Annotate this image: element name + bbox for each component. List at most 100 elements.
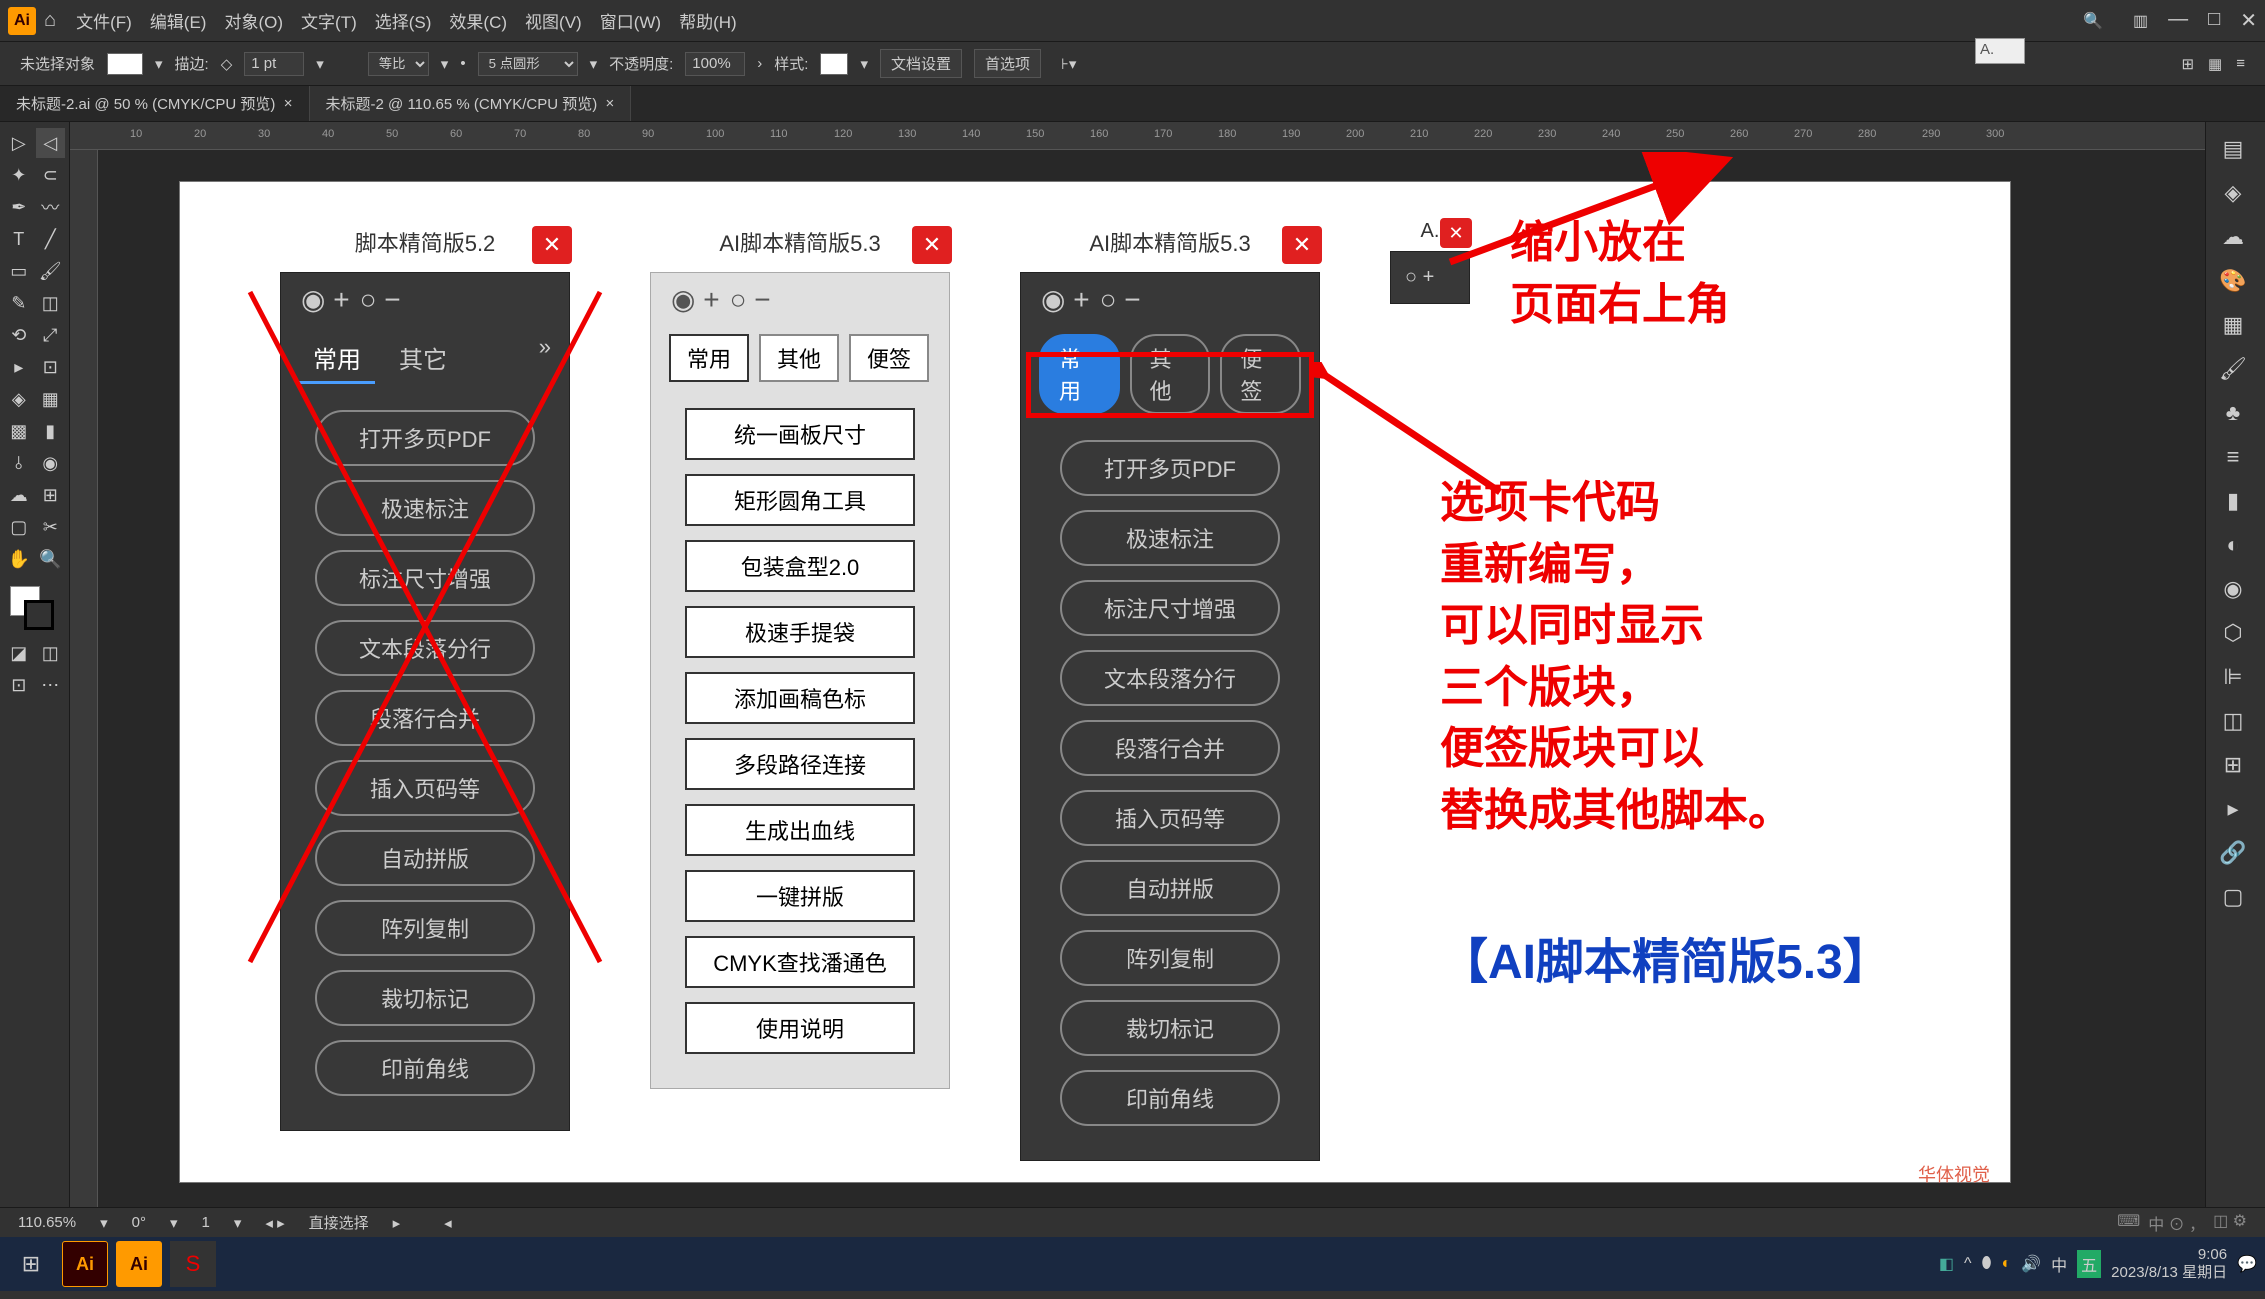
magic-wand-tool[interactable]: ✦	[4, 160, 34, 190]
graphic-styles-panel-icon[interactable]: ⬡	[2210, 614, 2256, 652]
panel-52-btn-6[interactable]: 自动拼版	[315, 830, 535, 886]
panel-53-light-toggle[interactable]: ◉ +○ −	[651, 273, 949, 326]
panel-53-dark-btn-7[interactable]: 阵列复制	[1060, 930, 1280, 986]
panel-52-btn-8[interactable]: 裁切标记	[315, 970, 535, 1026]
artboard-tool[interactable]: ▢	[4, 512, 34, 542]
panel-53-light-tab-common[interactable]: 常用	[669, 334, 749, 382]
brushes-panel-icon[interactable]: 🖌	[2210, 350, 2256, 388]
panel-53-dark-btn-2[interactable]: 标注尺寸增强	[1060, 580, 1280, 636]
color-mode-icon[interactable]: ◪	[4, 638, 34, 668]
stroke-panel-icon[interactable]: ≡	[2210, 438, 2256, 476]
taskbar-ai-2[interactable]: Ai	[116, 1241, 162, 1287]
width-tool[interactable]: ▸	[4, 352, 34, 382]
style-swatch[interactable]	[820, 53, 848, 75]
doc-setup-button[interactable]: 文档设置	[880, 49, 962, 78]
canvas[interactable]: 1020304050607080901001101201301401501601…	[70, 122, 2205, 1207]
panel-53-light-btn-8[interactable]: CMYK查找潘通色	[685, 936, 915, 988]
panel-53-dark-btn-4[interactable]: 段落行合并	[1060, 720, 1280, 776]
panel-53-dark-btn-0[interactable]: 打开多页PDF	[1060, 440, 1280, 496]
prefs-button[interactable]: 首选项	[974, 49, 1041, 78]
panel-toggle-icon[interactable]: ⊞	[2181, 55, 2194, 73]
graph-tool[interactable]: ⊞	[36, 480, 66, 510]
type-tool[interactable]: T	[4, 224, 34, 254]
gradient-panel-icon[interactable]: ▮	[2210, 482, 2256, 520]
panel-53-light-tab-other[interactable]: 其他	[759, 334, 839, 382]
color-panel-icon[interactable]: 🎨	[2210, 262, 2256, 300]
curvature-tool[interactable]: 〰	[36, 192, 66, 222]
uniform-select[interactable]: 等比	[368, 52, 429, 76]
start-button[interactable]: ⊞	[8, 1241, 54, 1287]
tray-lang-icon[interactable]: 五	[2077, 1250, 2101, 1278]
panel-53-light-btn-7[interactable]: 一键拼版	[685, 870, 915, 922]
panel-53-dark-close[interactable]: ✕	[1282, 226, 1322, 264]
pen-tool[interactable]: ✒	[4, 192, 34, 222]
artboards-panel-icon[interactable]: ▢	[2210, 878, 2256, 916]
panel-52-tab-common[interactable]: 常用	[299, 334, 375, 384]
actions-panel-icon[interactable]: ▸	[2210, 790, 2256, 828]
panel-52-tab-other[interactable]: 其它	[385, 334, 461, 384]
panel-grid-icon[interactable]: ▦	[2208, 55, 2222, 73]
ime-icon[interactable]: ⌨	[2117, 1211, 2140, 1235]
symbols-panel-icon[interactable]: ♣	[2210, 394, 2256, 432]
menu-type[interactable]: 文字(T)	[301, 8, 357, 33]
perspective-tool[interactable]: ▦	[36, 384, 66, 414]
eraser-tool[interactable]: ◫	[36, 288, 66, 318]
taskbar-ai-1[interactable]: Ai	[62, 1241, 108, 1287]
draw-mode-icon[interactable]: ◫	[36, 638, 66, 668]
fill-swatch[interactable]	[107, 53, 143, 75]
rectangle-tool[interactable]: ▭	[4, 256, 34, 286]
minimize-icon[interactable]: ―	[2168, 8, 2188, 33]
menu-select[interactable]: 选择(S)	[375, 8, 432, 33]
float-mini-panel[interactable]: A.	[1975, 38, 2025, 64]
ime-mode-icon[interactable]: ◫ ⚙	[2213, 1211, 2247, 1235]
free-transform-tool[interactable]: ⊡	[36, 352, 66, 382]
layers-panel-icon[interactable]: ◈	[2210, 174, 2256, 212]
artboard-number[interactable]: 1	[202, 1214, 210, 1231]
doc-tab-2[interactable]: 未标题-2 @ 110.65 % (CMYK/CPU 预览) ×	[310, 86, 632, 121]
panel-53-light-btn-2[interactable]: 包装盒型2.0	[685, 540, 915, 592]
links-panel-icon[interactable]: 🔗	[2210, 834, 2256, 872]
mesh-tool[interactable]: ▩	[4, 416, 34, 446]
edit-toolbar-icon[interactable]: ⋯	[36, 670, 66, 700]
taskbar-clock[interactable]: 9:06 2023/8/13 星期日	[2111, 1246, 2227, 1282]
panel-52-btn-5[interactable]: 插入页码等	[315, 760, 535, 816]
fill-stroke-swatch[interactable]	[4, 582, 65, 638]
close-icon[interactable]: ✕	[2240, 8, 2257, 33]
tray-network-icon[interactable]: ◐	[2002, 1255, 2012, 1273]
swatches-panel-icon[interactable]: ▦	[2210, 306, 2256, 344]
align-icon[interactable]: ⊦▾	[1061, 55, 1076, 73]
menu-window[interactable]: 窗口(W)	[600, 8, 661, 33]
zoom-level[interactable]: 110.65%	[18, 1214, 76, 1231]
panel-menu-icon[interactable]: ≡	[2236, 55, 2245, 73]
doc-tab-1[interactable]: 未标题-2.ai @ 50 % (CMYK/CPU 预览) ×	[0, 86, 310, 121]
menu-view[interactable]: 视图(V)	[525, 8, 582, 33]
arrange-icon[interactable]: ▥	[2133, 11, 2148, 31]
panel-53-light-btn-6[interactable]: 生成出血线	[685, 804, 915, 856]
shape-builder-tool[interactable]: ◈	[4, 384, 34, 414]
panel-52-btn-9[interactable]: 印前角线	[315, 1040, 535, 1096]
panel-52-btn-1[interactable]: 极速标注	[315, 480, 535, 536]
brush-tool[interactable]: 🖌	[36, 256, 66, 286]
brush-select[interactable]: 5 点圆形	[478, 52, 578, 76]
maximize-icon[interactable]: □	[2208, 8, 2220, 33]
panel-53-light-btn-1[interactable]: 矩形圆角工具	[685, 474, 915, 526]
tray-volume-icon[interactable]: 🔊	[2021, 1254, 2041, 1274]
home-icon[interactable]: ⌂	[44, 9, 56, 32]
blend-tool[interactable]: ◉	[36, 448, 66, 478]
stroke-weight-input[interactable]	[244, 52, 304, 76]
tray-battery-icon[interactable]: ⬮	[1981, 1255, 1991, 1273]
notifications-icon[interactable]: 💬	[2237, 1254, 2257, 1274]
appearance-panel-icon[interactable]: ◉	[2210, 570, 2256, 608]
libraries-panel-icon[interactable]: ☁	[2210, 218, 2256, 256]
gradient-tool[interactable]: ▮	[36, 416, 66, 446]
panel-53-dark-btn-5[interactable]: 插入页码等	[1060, 790, 1280, 846]
selection-tool[interactable]: ▷	[4, 128, 34, 158]
ime-lang-icon[interactable]: 中 ⊙ ，	[2148, 1211, 2205, 1235]
panel-53-dark-btn-9[interactable]: 印前角线	[1060, 1070, 1280, 1126]
hand-tool[interactable]: ✋	[4, 544, 34, 574]
zoom-tool[interactable]: 🔍	[36, 544, 66, 574]
transparency-panel-icon[interactable]: ◐	[2210, 526, 2256, 564]
screen-mode-icon[interactable]: ⊡	[4, 670, 34, 700]
transform-panel-icon[interactable]: ⊞	[2210, 746, 2256, 784]
panel-52-close[interactable]: ✕	[532, 226, 572, 264]
